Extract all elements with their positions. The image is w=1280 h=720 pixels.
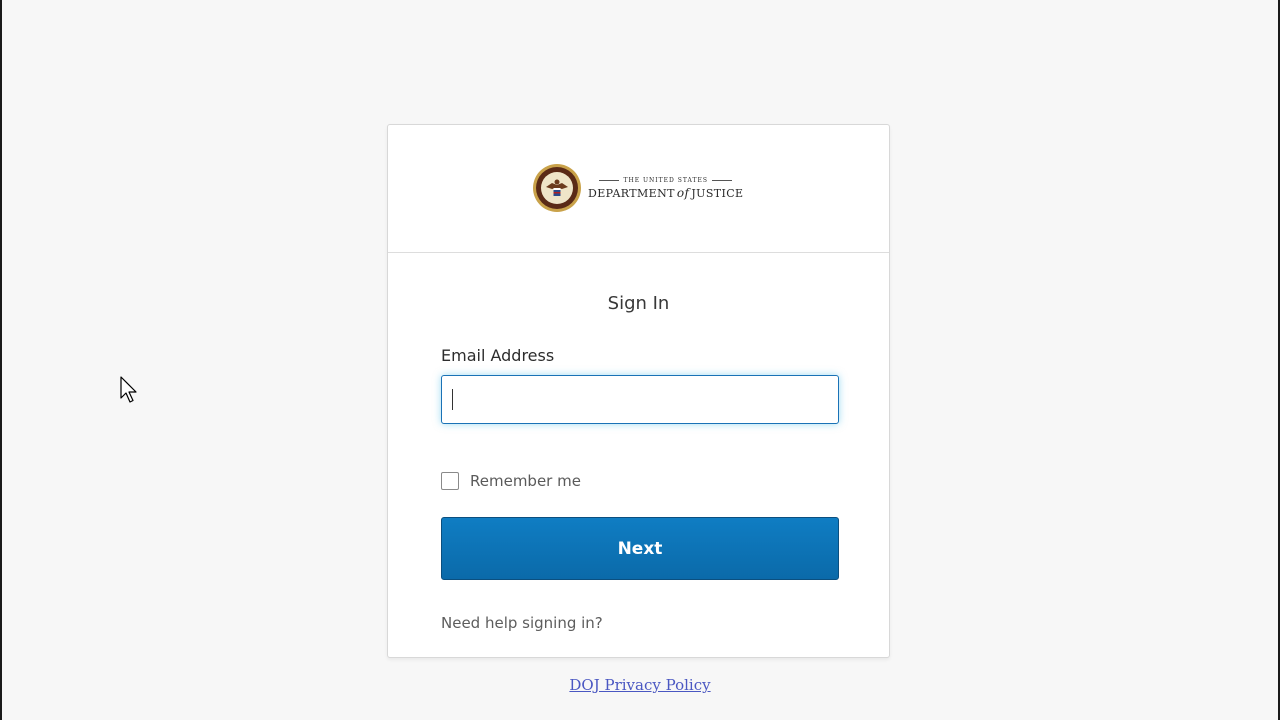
doj-wordmark: THE UNITED STATES DEPARTMENT of JUSTICE [588, 176, 744, 200]
logo-justice: JUSTICE [691, 186, 744, 200]
email-label: Email Address [441, 346, 555, 365]
page-title: Sign In [607, 293, 670, 314]
card-header: THE UNITED STATES DEPARTMENT of JUSTICE [388, 125, 889, 253]
next-button[interactable]: Next [441, 517, 839, 580]
privacy-policy-link[interactable]: DOJ Privacy Policy [0, 676, 1280, 694]
logo-of: of [676, 185, 690, 200]
email-field[interactable] [441, 375, 839, 424]
doj-seal-icon [533, 164, 581, 212]
mouse-pointer-icon [120, 376, 137, 403]
logo-department: DEPARTMENT [588, 186, 675, 200]
window-edge-left [0, 0, 2, 720]
text-caret [452, 389, 453, 410]
remember-me-label[interactable]: Remember me [470, 472, 581, 490]
signin-card: THE UNITED STATES DEPARTMENT of JUSTICE Si… [387, 124, 890, 658]
remember-me-checkbox[interactable] [441, 472, 459, 490]
logo-line1: THE UNITED STATES [623, 176, 709, 184]
remember-me-row[interactable]: Remember me [441, 472, 581, 490]
help-signing-in-link[interactable]: Need help signing in? [441, 614, 603, 632]
doj-logo: THE UNITED STATES DEPARTMENT of JUSTICE [532, 163, 744, 213]
